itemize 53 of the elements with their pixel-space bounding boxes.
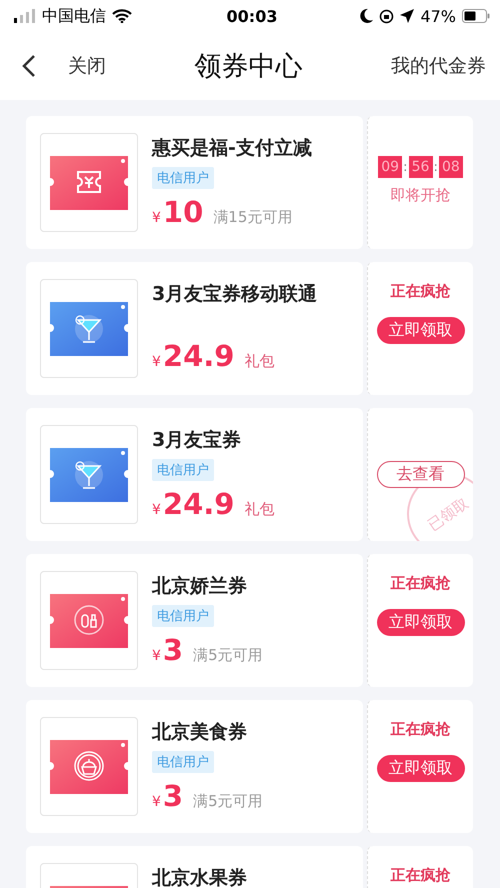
back-button[interactable] [22, 54, 36, 78]
location-arrow-icon [400, 9, 414, 23]
coupon-condition: 礼包 [244, 352, 274, 371]
countdown-separator: : [402, 160, 408, 174]
user-tag: 电信用户 [152, 167, 214, 189]
coupon-amount: 3 [162, 633, 184, 667]
coupon-amount: 10 [162, 195, 204, 229]
close-button[interactable]: 关闭 [68, 53, 106, 79]
status-label: 正在疯抢 [390, 282, 450, 301]
currency-symbol: ¥ [152, 794, 161, 810]
view-button[interactable]: 去查看 [376, 461, 464, 488]
currency-symbol: ¥ [152, 210, 161, 226]
coupon-title: 北京娇兰券 [152, 574, 248, 599]
carrier-name: 中国电信 [42, 6, 106, 26]
battery-percent: 47% [420, 6, 456, 26]
coming-soon-label: 即将开抢 [390, 186, 450, 205]
coupon-amount: 24.9 [162, 487, 234, 521]
user-tag: 电信用户 [152, 605, 214, 627]
countdown-separator: : [432, 160, 439, 174]
claim-button[interactable]: 立即领取 [376, 609, 464, 636]
status-label: 正在疯抢 [390, 866, 450, 885]
coupon-amount: 24.9 [162, 339, 234, 373]
currency-symbol: ¥ [152, 648, 161, 664]
coupon-title: 3月友宝券移动联通 [152, 282, 318, 307]
coupon-condition: 满5元可用 [193, 792, 263, 811]
coupon-title: 北京水果券 [152, 866, 247, 888]
countdown-digits: 09 [378, 156, 402, 178]
coupon-condition: 礼包 [244, 500, 274, 519]
clock-time: 00:03 [226, 6, 278, 26]
user-tag: 电信用户 [152, 751, 214, 773]
coupon-title: 惠买是福-支付立减 [152, 136, 312, 161]
my-coupons-link[interactable]: 我的代金券 [391, 53, 486, 79]
claim-button[interactable]: 立即领取 [376, 755, 464, 782]
signal-icon [14, 9, 36, 23]
claim-button[interactable]: 立即领取 [376, 317, 464, 344]
coupon-title: 3月友宝券 [152, 428, 242, 453]
coupon-amount: 3 [162, 779, 184, 813]
rotation-lock-icon [379, 8, 394, 24]
currency-symbol: ¥ [152, 354, 161, 370]
countdown-digits: 56 [408, 156, 432, 178]
wifi-icon [112, 9, 132, 23]
moon-icon [360, 9, 374, 23]
page-title: 领券中心 [194, 50, 304, 84]
coupon-condition: 满15元可用 [213, 208, 292, 227]
coupon-title: 北京美食券 [152, 720, 248, 745]
chevron-left-icon [22, 54, 36, 78]
battery-icon [462, 9, 490, 23]
status-label: 正在疯抢 [390, 574, 450, 593]
countdown-digits: 08 [438, 156, 463, 178]
user-tag: 电信用户 [152, 459, 214, 481]
coupon-condition: 满5元可用 [193, 646, 263, 665]
currency-symbol: ¥ [152, 502, 161, 518]
status-label: 正在疯抢 [390, 720, 450, 739]
